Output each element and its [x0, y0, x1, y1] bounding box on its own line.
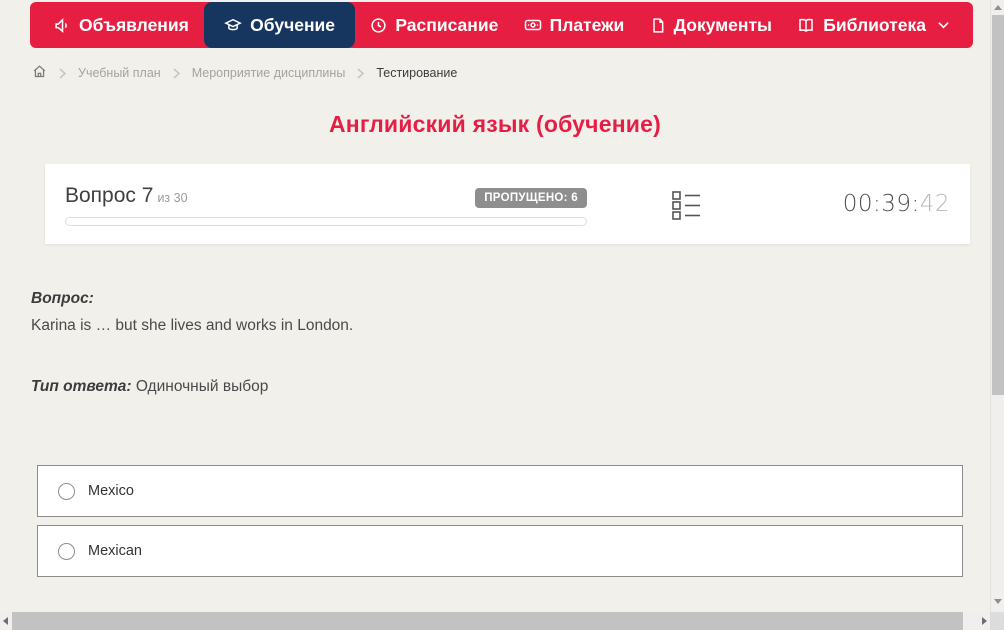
question-text: Karina is … but she lives and works in L…: [31, 317, 354, 334]
scroll-left-arrow-icon[interactable]: [3, 617, 8, 625]
nav-label: Обучение: [250, 14, 336, 35]
breadcrumb-separator-icon: [357, 67, 365, 79]
question-label: Вопрос:: [31, 290, 94, 307]
home-icon: [32, 64, 47, 82]
nav-item-payments[interactable]: Платежи: [514, 2, 635, 48]
scroll-down-arrow-icon[interactable]: [994, 599, 1002, 604]
scroll-right-arrow-icon[interactable]: [982, 617, 987, 625]
radio-button[interactable]: [58, 482, 75, 500]
nav-item-schedule[interactable]: Расписание: [360, 2, 508, 48]
answer-option-mexican[interactable]: Mexican: [37, 525, 963, 577]
top-nav-bar: Объявления Обучение Расписание Платежи Д: [30, 2, 973, 48]
answer-option-mexico[interactable]: Mexico: [37, 465, 963, 517]
horizontal-scrollbar-thumb[interactable]: [12, 612, 963, 630]
answer-type-value: Одиночный выбор: [135, 378, 269, 395]
question-progress-block: Вопрос 7 из 30 ПРОПУЩЕНО: 6: [65, 184, 587, 226]
radio-button[interactable]: [58, 542, 75, 560]
nav-label: Расписание: [395, 14, 499, 35]
timer-seconds: 42: [919, 191, 950, 217]
breadcrumb-item-discipline-event[interactable]: Мероприятие дисциплины: [192, 66, 346, 80]
answer-type-row: Тип ответа: Одиночный выбор: [31, 378, 961, 396]
answer-type-label: Тип ответа:: [31, 378, 132, 395]
vertical-scrollbar-thumb[interactable]: [992, 15, 1004, 395]
breadcrumb-home[interactable]: [32, 64, 47, 82]
question-number-label: Вопрос 7: [65, 184, 154, 207]
app-window: Объявления Обучение Расписание Платежи Д: [0, 0, 1004, 630]
nav-item-announcements[interactable]: Объявления: [44, 2, 199, 48]
megaphone-icon: [54, 17, 71, 34]
cash-icon: [524, 16, 542, 34]
timer-minutes: 00:39:: [842, 191, 920, 217]
test-timer: 00:39:42: [843, 191, 950, 217]
graduation-cap-icon: [224, 16, 243, 34]
question-total-label: из 30: [157, 191, 188, 205]
horizontal-scrollbar[interactable]: [0, 612, 990, 630]
nav-label: Библиотека: [823, 14, 926, 35]
nav-item-documents[interactable]: Документы: [640, 2, 782, 48]
vertical-scrollbar[interactable]: [990, 0, 1004, 612]
breadcrumb-item-testing: Тестирование: [376, 66, 458, 80]
answer-options: Mexico Mexican: [37, 465, 963, 585]
nav-label: Документы: [673, 14, 772, 35]
option-label: Mexico: [88, 483, 134, 499]
book-icon: [797, 16, 815, 34]
nav-item-library[interactable]: Библиотека: [787, 2, 959, 48]
skipped-badge: ПРОПУЩЕНО: 6: [475, 188, 587, 208]
clock-icon: [370, 17, 387, 34]
nav-item-learning[interactable]: Обучение: [204, 2, 356, 48]
breadcrumb: Учебный план Мероприятие дисциплины Тест…: [32, 61, 457, 85]
page-title: Английский язык (обучение): [329, 111, 661, 137]
scrollbar-corner: [990, 612, 1004, 630]
question-body: Вопрос: Karina is … but she lives and wo…: [31, 290, 961, 396]
scroll-up-arrow-icon[interactable]: [994, 5, 1002, 10]
chevron-down-icon: [938, 21, 949, 29]
nav-label: Платежи: [549, 14, 625, 35]
breadcrumb-separator-icon: [173, 67, 180, 79]
question-number: Вопрос 7 из 30: [65, 184, 188, 208]
nav-label: Объявления: [79, 14, 189, 35]
breadcrumb-separator-icon: [59, 67, 66, 79]
question-list-icon[interactable]: [672, 189, 701, 227]
option-label: Mexican: [88, 543, 142, 559]
breadcrumb-item-curriculum[interactable]: Учебный план: [78, 66, 161, 80]
question-header-panel: Вопрос 7 из 30 ПРОПУЩЕНО: 6 00:39:42: [45, 164, 970, 244]
document-icon: [650, 17, 666, 34]
progress-bar: [65, 217, 587, 226]
